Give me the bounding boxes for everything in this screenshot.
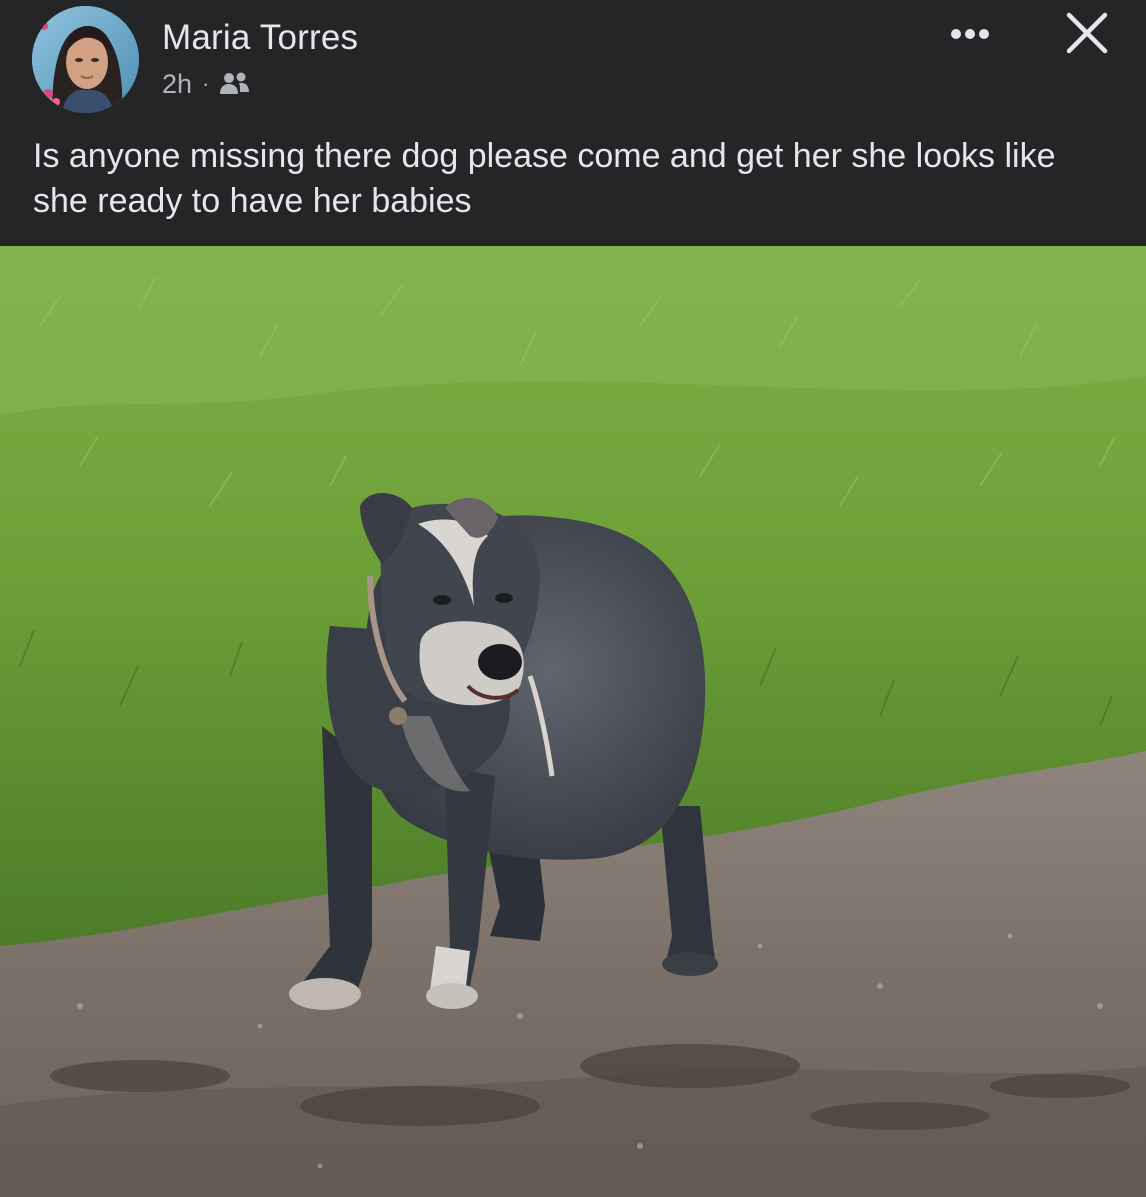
- more-options-icon: [951, 29, 989, 39]
- author-name[interactable]: Maria Torres: [162, 18, 358, 58]
- dog-photo: [0, 246, 1146, 1197]
- post-viewer: Maria Torres 2h · Is anyone missing ther…: [0, 0, 1146, 1197]
- avatar[interactable]: [32, 6, 139, 113]
- post-timestamp[interactable]: 2h: [162, 69, 192, 100]
- avatar-image: [32, 6, 139, 113]
- post-header: Maria Torres 2h · Is anyone missing ther…: [0, 0, 1146, 246]
- post-photo[interactable]: [0, 246, 1146, 1197]
- post-text: Is anyone missing there dog please come …: [33, 137, 1056, 220]
- close-icon: [1066, 12, 1108, 54]
- post-meta: 2h ·: [162, 68, 251, 100]
- more-options-button[interactable]: [942, 22, 998, 46]
- close-button[interactable]: [1062, 10, 1112, 56]
- friends-icon[interactable]: [219, 72, 251, 96]
- meta-separator: ·: [202, 71, 210, 96]
